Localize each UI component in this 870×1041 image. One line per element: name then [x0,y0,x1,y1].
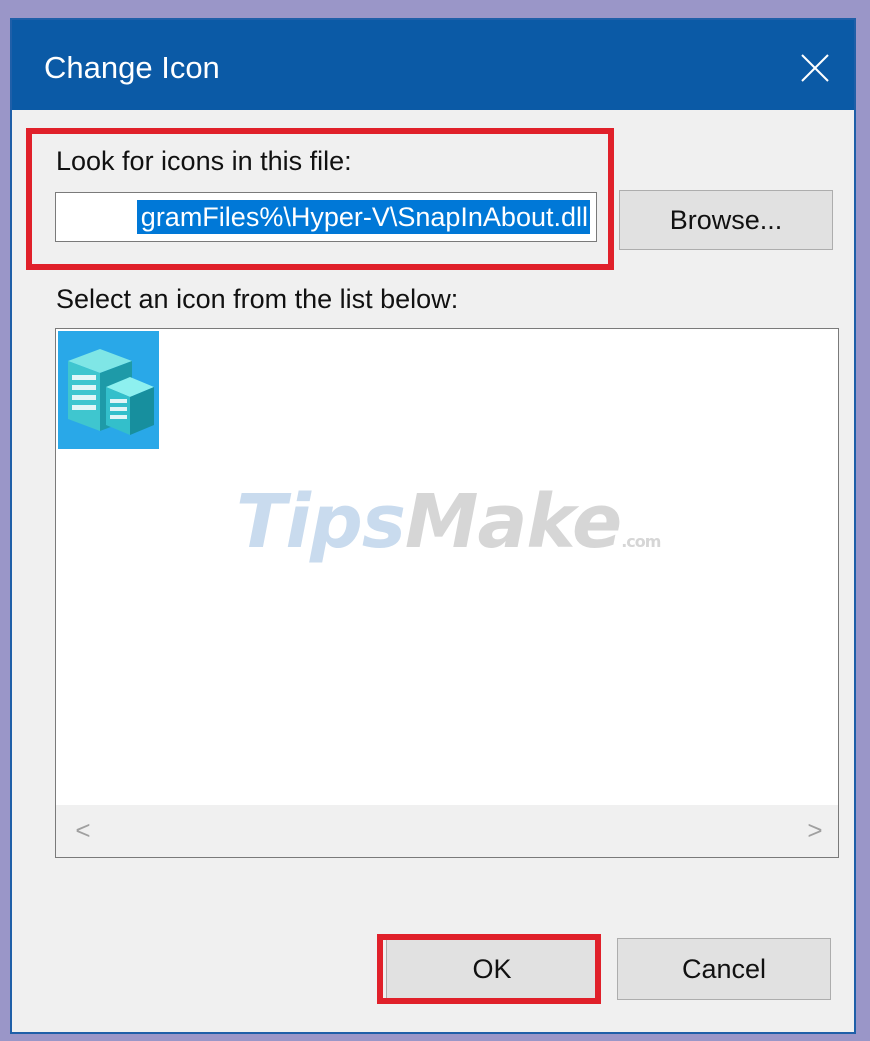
icon-list[interactable]: TipsMake.com < > [55,328,839,858]
icon-list-item-selected[interactable] [58,331,159,449]
watermark-part1: Tips [236,479,406,565]
file-label: Look for icons in this file: [56,146,352,176]
title-bar: Change Icon [12,20,854,110]
icon-file-path-input[interactable]: gramFiles%\Hyper-V\SnapInAbout.dll [55,192,597,242]
watermark-part3: .com [621,532,661,551]
dialog-title: Change Icon [44,50,220,85]
close-button[interactable] [782,20,854,110]
watermark-part2: Make [404,479,622,565]
ok-button[interactable]: OK [386,938,598,1000]
scroll-left-arrow-icon[interactable]: < [68,815,98,845]
tipsmake-watermark: TipsMake.com [236,479,661,565]
cancel-button[interactable]: Cancel [617,938,831,1000]
browse-button[interactable]: Browse... [619,190,833,250]
icon-list-label: Select an icon from the list below: [56,284,459,314]
change-icon-dialog: Change Icon Look for icons in this file:… [10,18,856,1034]
path-selected-text: gramFiles%\Hyper-V\SnapInAbout.dll [136,200,590,234]
horizontal-scrollbar[interactable]: < > [56,805,838,857]
server-icon [68,349,154,435]
scroll-right-arrow-icon[interactable]: > [800,815,830,845]
close-icon [801,54,829,82]
